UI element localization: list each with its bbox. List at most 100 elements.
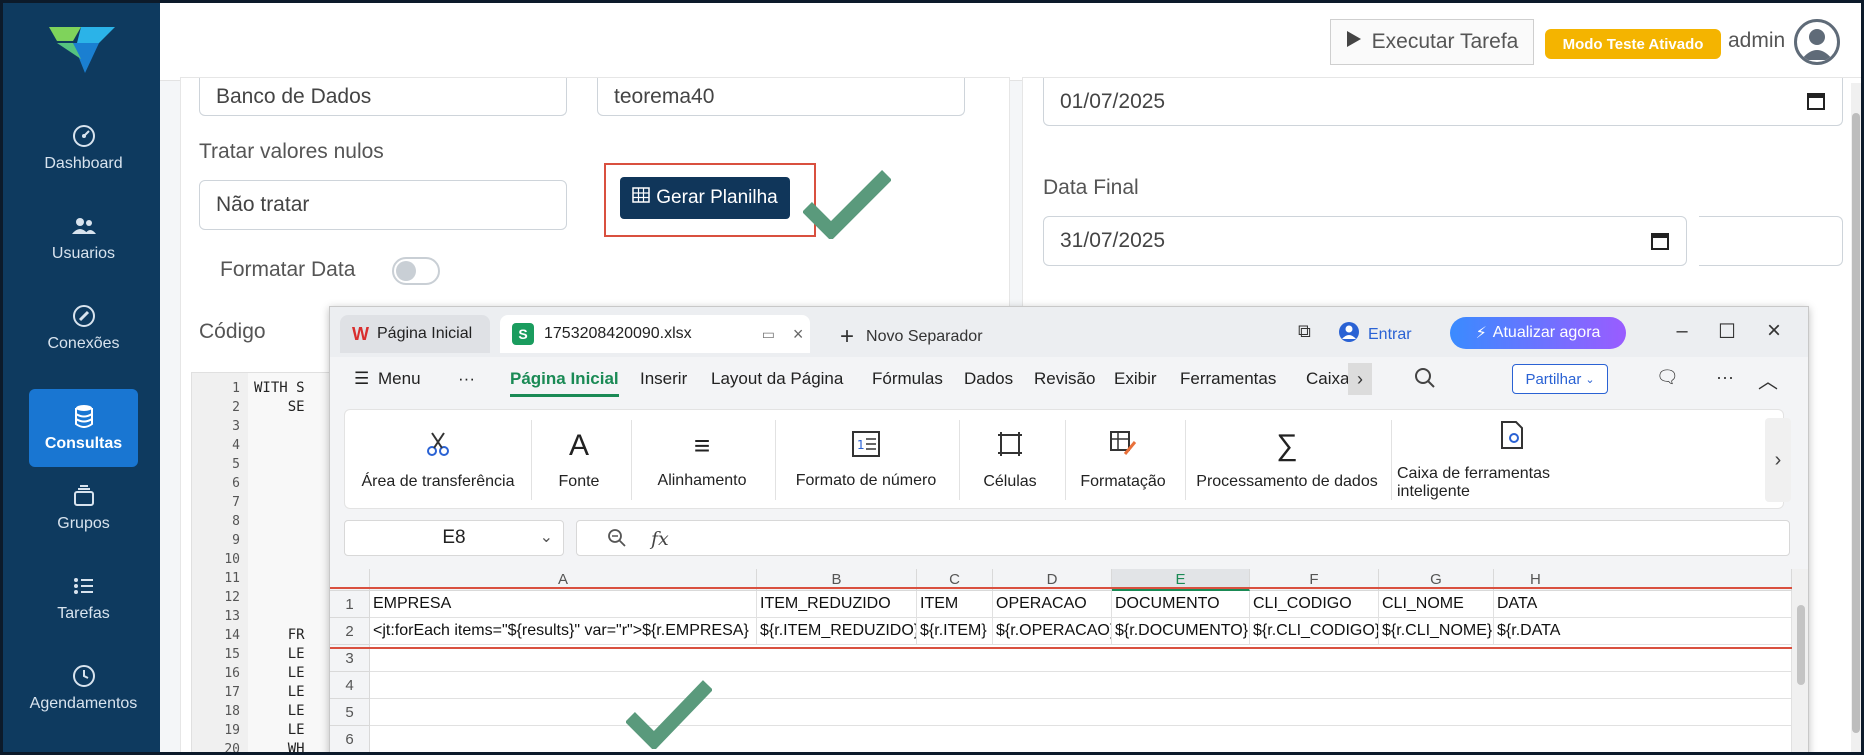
highlight-outline [330,587,1796,649]
font-icon: A [568,429,589,462]
ribbon-formatting[interactable]: Formatação [1071,410,1175,510]
sidebar-item-tarefas[interactable]: Tarefas [29,559,138,637]
user-name[interactable]: admin [1728,29,1785,53]
execute-task-button[interactable]: Executar Tarefa [1330,19,1534,65]
menu-item-menu[interactable]: Menu [378,369,421,389]
update-now-label: Atualizar agora [1492,324,1601,341]
sidebar-item-grupos[interactable]: Grupos [29,469,138,547]
code-label: Código [199,320,266,343]
ribbon-label: Caixa de ferramentas inteligente [1397,464,1550,500]
sidebar-item-label: Dashboard [44,155,123,172]
sidebar-item-consultas[interactable]: Consultas [29,389,138,467]
menu-icon[interactable]: ☰ [354,369,369,389]
sidebar-item-label: Usuarios [51,245,116,262]
name-box[interactable]: E8 ⌄ [344,520,564,556]
sheet-grid[interactable]: A B C D E F G H 1 2 3 4 5 6 EMPRESA ITEM… [330,569,1796,752]
page-scrollbar[interactable] [1851,83,1861,752]
ribbon-smart-toolbox[interactable]: Caixa de ferramentas inteligente [1397,410,1627,510]
row-header[interactable]: 6 [330,726,370,752]
minimize-icon[interactable]: – [1670,319,1694,343]
ribbon-label: Processamento de dados [1196,473,1378,490]
database-icon [71,403,97,429]
null-handling-select[interactable]: Não tratar [199,180,567,230]
collapse-ribbon-icon[interactable]: ︿ [1758,365,1778,394]
ribbon-label: Fonte [558,473,600,490]
sidebar-item-conexoes[interactable]: Conexões [29,289,138,367]
format-date-toggle[interactable] [392,257,440,285]
null-handling-label: Tratar valores nulos [199,140,384,163]
formula-input[interactable]: fx [576,520,1790,556]
ribbon-separator [1185,420,1186,500]
zoom-icon[interactable] [607,528,627,553]
ribbon-number-format[interactable]: 1 Formato de número [781,410,951,510]
ribbon-scroll-right-icon[interactable]: › [1765,418,1791,502]
close-tab-icon[interactable]: × [793,324,804,345]
row-header[interactable]: 3 [330,645,370,672]
calendar-icon[interactable] [1650,231,1670,251]
line-numbers: 1 2 3 4 5 6 7 8 9 10 11 12 13 14 15 16 1… [192,373,248,752]
menu-item-insert[interactable]: Inserir [640,369,687,389]
menu-item-home[interactable]: Página Inicial [510,369,619,397]
sidebar-item-label: Conexões [47,335,120,352]
menu-item-formulas[interactable]: Fórmulas [872,369,943,389]
share-button[interactable]: Partilhar ⌄ [1512,364,1608,394]
db-name-field[interactable]: teorema40 [597,78,965,116]
user-avatar-icon[interactable] [1794,19,1840,65]
search-icon[interactable] [1414,367,1436,394]
menu-item-view[interactable]: Exibir [1114,369,1157,389]
chevron-right-icon[interactable]: › [1348,363,1372,395]
menu-item-more[interactable]: ··· [458,369,475,389]
empty-row[interactable] [370,672,1792,699]
ribbon-separator [631,420,632,500]
empty-row[interactable] [370,726,1792,752]
monitor-icon[interactable]: ▭ [762,326,775,343]
check-mark-icon [626,680,712,749]
ribbon-label: Células [983,472,1037,490]
db-type-select[interactable]: Banco de Dados [199,78,567,116]
maximize-icon[interactable]: ☐ [1715,319,1739,343]
comment-icon[interactable]: 🗨 [1656,367,1679,388]
menu-item-review[interactable]: Revisão [1034,369,1095,389]
row-header[interactable]: 5 [330,699,370,726]
generate-spreadsheet-button[interactable]: Gerar Planilha [620,177,790,219]
ribbon-data-processing[interactable]: ∑ Processamento de dados [1191,410,1383,510]
menu-item-box[interactable]: Caixa [1306,369,1349,389]
sidebar-item-agendamentos[interactable]: Agendamentos [29,649,138,727]
ribbon-clipboard[interactable]: Área de transferência [355,410,521,510]
sheet-vertical-scrollbar[interactable] [1792,569,1808,752]
menu-item-tools[interactable]: Ferramentas [1180,369,1276,389]
scrollbar-thumb[interactable] [1797,605,1805,685]
tab-file[interactable]: S 1753208420090.xlsx ▭ × [500,315,810,353]
start-date-value: 01/07/2025 [1060,89,1166,113]
align-icon: ≡ [693,430,711,461]
table-icon [632,187,651,209]
window-list-icon[interactable]: ⧉ [1298,321,1311,342]
more-options-icon[interactable]: ··· [1716,367,1734,388]
signin-button[interactable]: Entrar [1338,321,1412,348]
end-date-field[interactable]: 31/07/2025 [1043,216,1687,266]
ribbon-cells[interactable]: Células [965,410,1055,510]
sidebar-item-dashboard[interactable]: Dashboard [29,109,138,187]
svg-text:1: 1 [857,438,865,452]
menu-item-data[interactable]: Dados [964,369,1013,389]
ribbon-separator [775,420,776,500]
function-icon[interactable]: fx [651,528,669,550]
ribbon-alignment[interactable]: ≡ Alinhamento [637,410,767,510]
row-header[interactable]: 4 [330,672,370,699]
scrollbar-thumb[interactable] [1852,113,1860,733]
update-now-button[interactable]: ⚡ Atualizar agora [1450,317,1626,349]
clock-icon [71,663,97,689]
new-tab-button[interactable]: + Novo Separador [840,323,983,351]
start-date-field[interactable]: 01/07/2025 [1043,78,1843,126]
sidebar-item-usuarios[interactable]: Usuarios [29,199,138,277]
list-icon [71,573,97,599]
tab-home[interactable]: W Página Inicial [340,315,490,353]
number-format-icon: 1 [852,430,880,462]
close-window-icon[interactable]: × [1762,317,1786,344]
calendar-icon[interactable] [1806,91,1826,111]
empty-row[interactable] [370,699,1792,726]
menu-item-page-layout[interactable]: Layout da Página [711,369,843,389]
empty-row[interactable] [370,645,1792,672]
code-text: WITH S SE FR LE LE LE LE LE WH [254,380,305,755]
ribbon-font[interactable]: A Fonte [537,410,621,510]
